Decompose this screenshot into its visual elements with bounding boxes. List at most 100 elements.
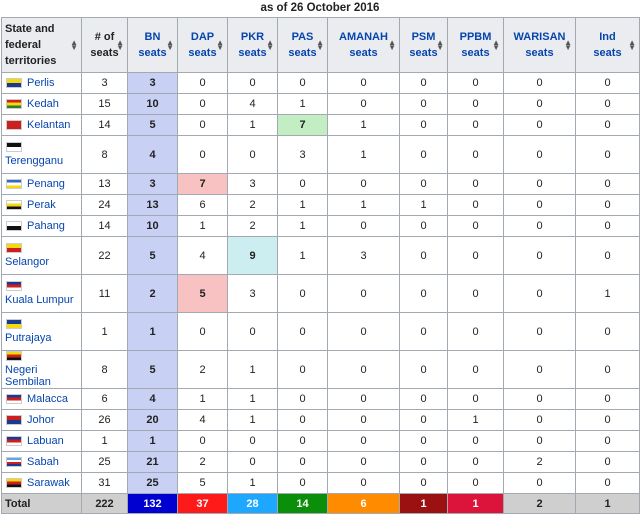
state-cell[interactable]: Sabah <box>1 451 82 473</box>
cell-pkr: 0 <box>227 72 278 94</box>
cell-psm: 1 <box>399 194 448 216</box>
state-link[interactable]: Putrajaya <box>5 332 51 344</box>
cell-dap: 0 <box>177 93 228 115</box>
column-header-ind[interactable]: Ind seats ▲ ▼ <box>575 17 640 73</box>
state-flag-icon <box>6 99 22 110</box>
cell-pkr: 9 <box>227 236 278 275</box>
cell-bn: 10 <box>127 93 178 115</box>
table-row: Labuan 1 1 0 0 0 0 0 0 0 0 <box>1 430 640 452</box>
state-cell[interactable]: Malacca <box>1 388 82 410</box>
cell-pas: 0 <box>277 430 328 452</box>
state-link[interactable]: Sarawak <box>27 477 70 489</box>
column-header-pkr[interactable]: PKR seats ▲ ▼ <box>227 17 278 73</box>
state-link[interactable]: Johor <box>27 414 55 426</box>
sort-arrows-icon[interactable]: ▲ ▼ <box>70 39 78 52</box>
state-link[interactable]: Terengganu <box>5 155 63 167</box>
state-cell[interactable]: Sarawak <box>1 472 82 494</box>
column-header-bn[interactable]: BN seats ▲ ▼ <box>127 17 178 73</box>
table-row: Terengganu 8 4 0 0 3 1 0 0 0 0 <box>1 135 640 174</box>
state-cell[interactable]: Johor <box>1 409 82 431</box>
state-cell[interactable]: Perak <box>1 194 82 216</box>
state-flag-icon <box>6 221 22 232</box>
cell-ind: 0 <box>575 472 640 494</box>
state-cell[interactable]: Putrajaya <box>1 312 82 351</box>
state-link[interactable]: Perak <box>27 199 56 211</box>
cell-ppbm: 0 <box>447 451 504 473</box>
sort-arrows-icon[interactable]: ▲ ▼ <box>436 39 444 52</box>
sort-arrows-icon[interactable]: ▲ ▼ <box>564 39 572 52</box>
state-cell[interactable]: Selangor <box>1 236 82 275</box>
cell-warisan: 2 <box>503 451 576 473</box>
state-cell[interactable]: Penang <box>1 173 82 195</box>
column-header-warisan[interactable]: WARISAN seats ▲ ▼ <box>503 17 576 73</box>
column-header-ppbm[interactable]: PPBM seats ▲ ▼ <box>447 17 504 73</box>
sort-arrows-icon[interactable]: ▲ ▼ <box>266 39 274 52</box>
cell-bn: 10 <box>127 215 178 237</box>
sort-arrows-icon[interactable]: ▲ ▼ <box>492 39 500 52</box>
cell-bn: 5 <box>127 350 178 389</box>
state-cell[interactable]: Perlis <box>1 72 82 94</box>
state-cell[interactable]: Kedah <box>1 93 82 115</box>
column-header-seats[interactable]: # of seats ▲ ▼ <box>81 17 128 73</box>
state-cell[interactable]: Labuan <box>1 430 82 452</box>
cell-dap: 5 <box>177 274 228 313</box>
cell-seats: 11 <box>81 274 128 313</box>
column-header-amanah[interactable]: AMANAH seats ▲ ▼ <box>327 17 400 73</box>
cell-warisan: 0 <box>503 173 576 195</box>
total-pas: 14 <box>277 493 328 514</box>
state-link[interactable]: Sabah <box>27 456 59 468</box>
state-link[interactable]: Kedah <box>27 98 59 110</box>
state-link[interactable]: Labuan <box>27 435 64 447</box>
cell-warisan: 0 <box>503 350 576 389</box>
cell-ppbm: 0 <box>447 312 504 351</box>
sort-arrows-icon[interactable]: ▲ ▼ <box>116 39 124 52</box>
cell-dap: 4 <box>177 236 228 275</box>
total-row: Total 222 132 37 28 14 6 1 1 2 1 <box>1 493 640 514</box>
cell-seats: 14 <box>81 215 128 237</box>
total-ind: 1 <box>575 493 640 514</box>
state-link[interactable]: Negeri Sembilan <box>5 364 51 388</box>
state-cell[interactable]: Pahang <box>1 215 82 237</box>
cell-warisan: 0 <box>503 388 576 410</box>
total-seats: 222 <box>81 493 128 514</box>
state-link[interactable]: Kelantan <box>27 119 70 131</box>
total-bn: 132 <box>127 493 178 514</box>
total-pkr: 28 <box>227 493 278 514</box>
state-cell[interactable]: Negeri Sembilan <box>1 350 82 389</box>
state-link[interactable]: Malacca <box>27 393 68 405</box>
state-link[interactable]: Perlis <box>27 77 55 89</box>
cell-bn: 3 <box>127 173 178 195</box>
cell-seats: 8 <box>81 135 128 174</box>
sort-arrows-icon[interactable]: ▲ ▼ <box>316 39 324 52</box>
state-link[interactable]: Kuala Lumpur <box>5 294 74 306</box>
sort-arrows-icon[interactable]: ▲ ▼ <box>216 39 224 52</box>
table-row: Negeri Sembilan 8 5 2 1 0 0 0 0 0 0 <box>1 350 640 389</box>
state-cell[interactable]: Terengganu <box>1 135 82 174</box>
total-label: Total <box>1 493 82 514</box>
cell-pkr: 2 <box>227 215 278 237</box>
cell-ppbm: 0 <box>447 173 504 195</box>
cell-pas: 1 <box>277 194 328 216</box>
cell-ind: 0 <box>575 312 640 351</box>
state-link[interactable]: Pahang <box>27 220 65 232</box>
sort-arrows-icon[interactable]: ▲ ▼ <box>388 39 396 52</box>
cell-seats: 8 <box>81 350 128 389</box>
state-cell[interactable]: Kelantan <box>1 114 82 136</box>
state-link[interactable]: Selangor <box>5 256 49 268</box>
cell-bn: 25 <box>127 472 178 494</box>
cell-pkr: 4 <box>227 93 278 115</box>
cell-warisan: 0 <box>503 215 576 237</box>
column-header-pas[interactable]: PAS seats ▲ ▼ <box>277 17 328 73</box>
column-header-state[interactable]: State and federal territories ▲ ▼ <box>1 17 82 73</box>
state-cell[interactable]: Kuala Lumpur <box>1 274 82 313</box>
column-header-psm[interactable]: PSM seats ▲ ▼ <box>399 17 448 73</box>
cell-ind: 0 <box>575 72 640 94</box>
sort-arrows-icon[interactable]: ▲ ▼ <box>166 39 174 52</box>
cell-ppbm: 1 <box>447 409 504 431</box>
state-flag-icon <box>6 478 22 489</box>
state-link[interactable]: Penang <box>27 178 65 190</box>
cell-ppbm: 0 <box>447 430 504 452</box>
column-header-dap[interactable]: DAP seats ▲ ▼ <box>177 17 228 73</box>
cell-pas: 0 <box>277 72 328 94</box>
sort-arrows-icon[interactable]: ▲ ▼ <box>628 39 636 52</box>
